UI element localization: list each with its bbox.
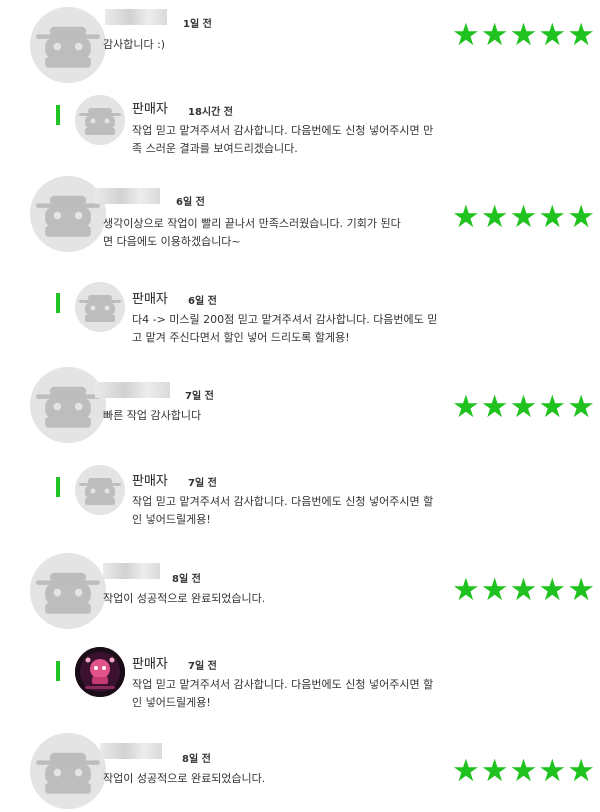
star-icon: ★ [509, 199, 538, 235]
default-avatar-icon [30, 733, 106, 809]
avatar[interactable] [30, 733, 106, 809]
star-icon: ★ [567, 389, 595, 425]
star-icon: ★ [567, 199, 595, 235]
star-icon: ★ [452, 389, 480, 425]
star-icon: ★ [509, 572, 538, 608]
avatar[interactable] [30, 7, 106, 83]
star-icon: ★ [538, 753, 567, 789]
reply-indicator [56, 661, 60, 681]
blurred-username [95, 382, 170, 398]
star-rating: ★ ★ ★ ★ ★ [452, 756, 595, 787]
seller-label: 판매자 [132, 474, 168, 489]
seller-avatar[interactable] [75, 282, 125, 332]
review-time: 1일 전 [183, 19, 212, 30]
seller-avatar[interactable] [75, 647, 125, 697]
seller-avatar[interactable] [75, 465, 125, 515]
review-time: 8일 전 [182, 754, 211, 765]
reply-indicator [56, 293, 60, 313]
star-icon: ★ [509, 17, 538, 53]
seller-profile-image [75, 647, 125, 697]
blurred-username [95, 188, 160, 204]
star-icon: ★ [480, 199, 509, 235]
review-text: 작업이 성공적으로 완료되었습니다. [103, 772, 266, 785]
default-avatar-icon [75, 95, 125, 145]
default-avatar-icon [30, 553, 106, 629]
reply-text: 작업 믿고 맡겨주셔서 감사합니다. 다음번에도 신청 넣어주시면 할 인 넣어… [132, 495, 434, 526]
reply-text: 작업 믿고 맡겨주셔서 감사합니다. 다음번에도 신청 넣어주시면 만 족 스러… [132, 124, 434, 155]
reply-time: 6일 전 [188, 296, 217, 307]
star-icon: ★ [452, 572, 480, 608]
star-icon: ★ [538, 572, 567, 608]
review-time: 8일 전 [172, 574, 201, 585]
default-avatar-icon [30, 367, 106, 443]
reply-time: 7일 전 [188, 661, 217, 672]
reply-indicator [56, 477, 60, 497]
review-text: 작업이 성공적으로 완료되었습니다. [103, 592, 266, 605]
star-rating: ★ ★ ★ ★ ★ [452, 202, 595, 233]
review-text: 생각이상으로 작업이 빨리 끝나서 만족스러웠습니다. 기회가 된다 면 다음에… [103, 217, 401, 248]
star-icon: ★ [509, 389, 538, 425]
reply-time: 7일 전 [188, 478, 217, 489]
star-icon: ★ [480, 572, 509, 608]
review-time: 6일 전 [176, 197, 205, 208]
star-icon: ★ [538, 199, 567, 235]
review-text: 감사합니다 :) [103, 38, 166, 51]
star-icon: ★ [538, 389, 567, 425]
blurred-username [105, 9, 167, 25]
seller-label: 판매자 [132, 657, 168, 672]
blurred-username [103, 563, 160, 579]
default-avatar-icon [75, 282, 125, 332]
reply-time: 18시간 전 [188, 107, 233, 118]
avatar[interactable] [30, 367, 106, 443]
seller-avatar[interactable] [75, 95, 125, 145]
review-text: 빠른 작업 감사합니다 [103, 409, 202, 422]
star-icon: ★ [538, 17, 567, 53]
star-icon: ★ [452, 753, 480, 789]
star-icon: ★ [480, 389, 509, 425]
star-icon: ★ [509, 753, 538, 789]
reply-text: 작업 믿고 맡겨주셔서 감사합니다. 다음번에도 신청 넣어주시면 할 인 넣어… [132, 678, 434, 709]
star-rating: ★ ★ ★ ★ ★ [452, 392, 595, 423]
seller-label: 판매자 [132, 292, 168, 307]
avatar[interactable] [30, 553, 106, 629]
star-icon: ★ [567, 572, 595, 608]
default-avatar-icon [75, 465, 125, 515]
star-icon: ★ [480, 17, 509, 53]
reply-text: 다4 -> 미스릴 200점 믿고 맡겨주셔서 감사합니다. 다음번에도 믿 고… [132, 313, 438, 344]
seller-label: 판매자 [132, 102, 168, 117]
star-icon: ★ [480, 753, 509, 789]
star-icon: ★ [452, 17, 480, 53]
reply-indicator [56, 105, 60, 125]
star-icon: ★ [452, 199, 480, 235]
star-icon: ★ [567, 17, 595, 53]
star-rating: ★ ★ ★ ★ ★ [452, 20, 595, 51]
blurred-username [100, 743, 162, 759]
star-rating: ★ ★ ★ ★ ★ [452, 575, 595, 606]
default-avatar-icon [30, 7, 106, 83]
star-icon: ★ [567, 753, 595, 789]
review-time: 7일 전 [185, 391, 214, 402]
